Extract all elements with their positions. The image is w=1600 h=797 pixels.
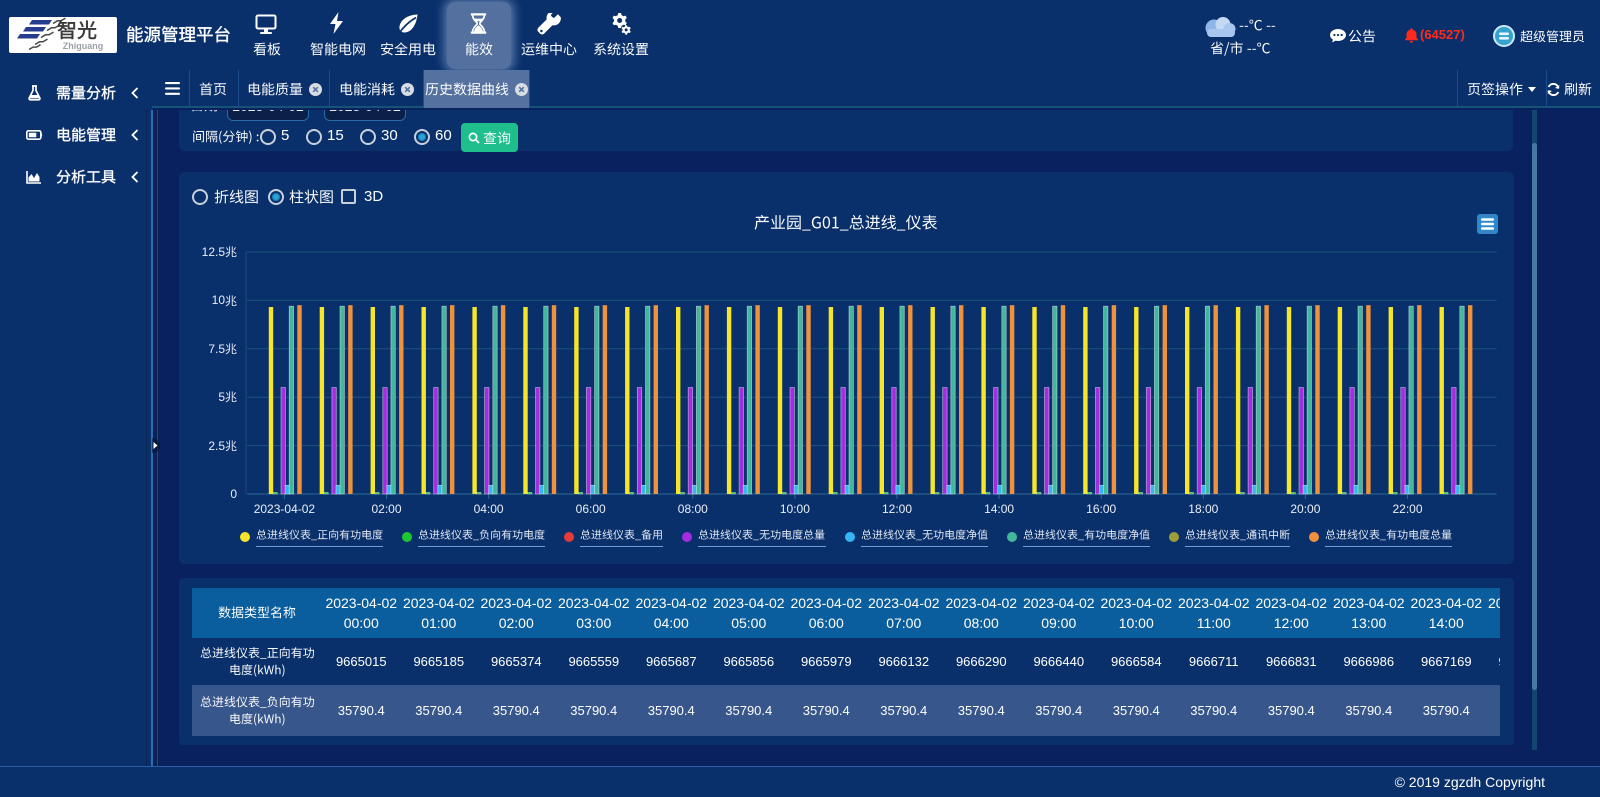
svg-text:14:00: 14:00: [984, 502, 1014, 516]
svg-text:16:00: 16:00: [1086, 502, 1116, 516]
svg-text:22:00: 22:00: [1392, 502, 1422, 516]
svg-text:2023-04-02: 2023-04-02: [254, 502, 316, 516]
svg-text:10:00: 10:00: [780, 502, 810, 516]
svg-text:08:00: 08:00: [678, 502, 708, 516]
svg-text:12:00: 12:00: [882, 502, 912, 516]
svg-text:04:00: 04:00: [474, 502, 504, 516]
svg-text:06:00: 06:00: [576, 502, 606, 516]
svg-text:02:00: 02:00: [371, 502, 401, 516]
svg-text:18:00: 18:00: [1188, 502, 1218, 516]
svg-text:20:00: 20:00: [1290, 502, 1320, 516]
